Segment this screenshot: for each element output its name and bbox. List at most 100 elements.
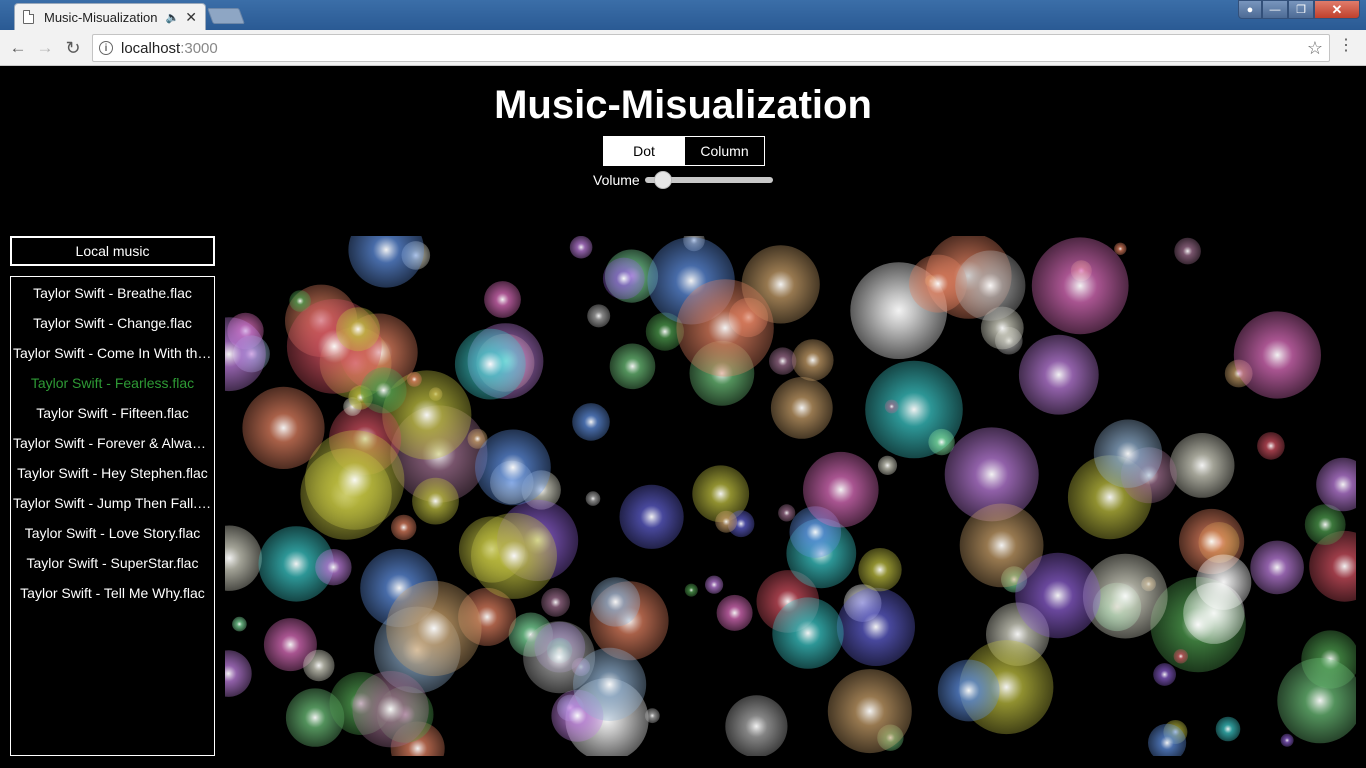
visualizer-dot xyxy=(772,597,844,669)
visualizer-dot xyxy=(955,250,1026,321)
browser-tab[interactable]: Music-Misualization 🔈 ✕ xyxy=(14,3,206,30)
visualizer-dot xyxy=(454,328,526,400)
visualizer-dot xyxy=(1114,242,1127,255)
page-content: Music-Misualization Dot Column Volume Lo… xyxy=(0,66,1366,768)
visualizer-dot xyxy=(569,236,593,259)
visualizer-dot xyxy=(572,403,610,441)
visualizer-dot xyxy=(315,549,352,586)
visualizer-dot xyxy=(715,510,738,533)
visualizer-dot xyxy=(928,428,955,456)
visualizer-dot xyxy=(1031,237,1129,335)
local-music-button[interactable]: Local music xyxy=(10,236,215,266)
visualizer-dot xyxy=(475,429,551,506)
visualizer-dot xyxy=(1280,733,1294,747)
visualizer-dot xyxy=(587,304,611,328)
speaker-icon[interactable]: 🔈 xyxy=(166,11,180,24)
visualizer-dot xyxy=(412,477,459,525)
playlist-item[interactable]: Taylor Swift - Change.flac xyxy=(11,308,214,338)
url-port: :3000 xyxy=(180,39,218,57)
playlist-item[interactable]: Taylor Swift - Fearless.flac xyxy=(11,368,214,398)
visualizer-dot xyxy=(1153,663,1176,686)
playlist-item[interactable]: Taylor Swift - Hey Stephen.flac xyxy=(11,458,214,488)
visualizer-dot xyxy=(676,279,774,377)
visualizer-dot xyxy=(360,367,407,414)
visualizer-dot xyxy=(684,583,698,597)
tab-title: Music-Misualization xyxy=(44,9,158,25)
user-icon[interactable]: ● xyxy=(1238,0,1262,19)
browser-menu-icon[interactable]: ⋮ xyxy=(1338,38,1354,54)
mode-dot-button[interactable]: Dot xyxy=(604,137,684,165)
visualizer-dot xyxy=(827,669,912,754)
bubble-visualization xyxy=(225,236,1356,756)
visualizer-dot xyxy=(1169,433,1235,498)
visualizer-dot xyxy=(778,504,796,522)
browser-toolbar: ← → ↻ i localhost:3000 ☆ ⋮ xyxy=(0,30,1366,66)
visualizer-dot xyxy=(791,339,834,381)
playlist-item[interactable]: Taylor Swift - Tell Me Why.flac xyxy=(11,578,214,608)
visualizer-dot xyxy=(602,257,645,300)
visualizer-dot xyxy=(716,594,753,631)
visualizer-dot xyxy=(336,307,380,352)
playlist-item[interactable]: Taylor Swift - Forever & Always.flac xyxy=(11,428,214,458)
info-icon[interactable]: i xyxy=(99,41,113,55)
visualizer-dot xyxy=(1257,432,1285,460)
visualizer-dot xyxy=(644,708,660,724)
visualizer-dot xyxy=(770,377,833,439)
playlist-item[interactable]: Taylor Swift - Breathe.flac xyxy=(11,278,214,308)
close-window-button[interactable]: ✕ xyxy=(1314,0,1360,19)
visualizer-dot xyxy=(305,430,405,530)
visualizer-dot xyxy=(803,451,879,528)
volume-control: Volume xyxy=(593,171,773,189)
visualizer-dot xyxy=(1233,311,1321,399)
playlist-item[interactable]: Taylor Swift - Fifteen.flac xyxy=(11,398,214,428)
visualizer-dot xyxy=(541,587,570,617)
visualization-mode-switch: Dot Column xyxy=(603,136,765,166)
address-bar[interactable]: i localhost:3000 ☆ xyxy=(92,34,1330,62)
visualizer-dot xyxy=(348,236,424,288)
visualizer-dot xyxy=(1277,657,1356,744)
visualizer-dot xyxy=(1018,334,1099,415)
visualizer-dot xyxy=(225,525,262,591)
visualizer-dot xyxy=(619,484,684,549)
visualizer-dot xyxy=(303,649,335,682)
visualizer-dot xyxy=(471,512,557,599)
mode-column-button[interactable]: Column xyxy=(684,137,764,165)
visualizer-dot xyxy=(386,580,482,677)
playlist-item[interactable]: Taylor Swift - SuperStar.flac xyxy=(11,548,214,578)
visualizer-dot xyxy=(1183,582,1245,644)
visualizer-dot xyxy=(769,347,797,375)
close-tab-icon[interactable]: ✕ xyxy=(185,9,197,26)
visualizer-dot xyxy=(836,587,916,666)
visualizer-dot xyxy=(884,399,899,414)
visualizer-dot xyxy=(1173,649,1188,664)
volume-slider-thumb[interactable] xyxy=(654,171,673,189)
forward-arrow-icon[interactable]: → xyxy=(33,36,57,60)
volume-slider[interactable] xyxy=(644,171,773,189)
new-tab-button[interactable] xyxy=(207,8,245,24)
visualizer-dot xyxy=(1250,540,1304,595)
visualizer-dot xyxy=(1093,419,1163,488)
visualizer-dot xyxy=(1174,237,1201,265)
playlist: Taylor Swift - Breathe.flac Taylor Swift … xyxy=(10,276,215,756)
window-titlebar: Music-Misualization 🔈 ✕ ● — ❐ ✕ xyxy=(0,0,1366,30)
maximize-button[interactable]: ❐ xyxy=(1288,0,1314,19)
minimize-button[interactable]: — xyxy=(1262,0,1288,19)
volume-label: Volume xyxy=(593,172,640,188)
playlist-item[interactable]: Taylor Swift - Jump Then Fall.flac xyxy=(11,488,214,518)
visualizer-dot xyxy=(858,548,902,592)
visualizer-dot xyxy=(352,671,429,748)
playlist-item[interactable]: Taylor Swift - Come In With the Rain.fla… xyxy=(11,338,214,368)
back-arrow-icon[interactable]: ← xyxy=(6,36,30,60)
visualizer-dot xyxy=(1215,716,1241,742)
visualizer-canvas xyxy=(225,236,1356,756)
reload-icon[interactable]: ↻ xyxy=(61,36,85,60)
page-title: Music-Misualization xyxy=(494,83,872,127)
bookmark-star-icon[interactable]: ☆ xyxy=(1307,38,1323,59)
visualizer-dot xyxy=(225,650,252,697)
visualizer-dot xyxy=(705,575,724,594)
visualizer-dot xyxy=(590,577,641,627)
url-host: localhost xyxy=(121,39,181,57)
visualizer-dot xyxy=(585,491,601,506)
playlist-item[interactable]: Taylor Swift - Love Story.flac xyxy=(11,518,214,548)
window-controls: ● — ❐ ✕ xyxy=(1238,0,1360,19)
